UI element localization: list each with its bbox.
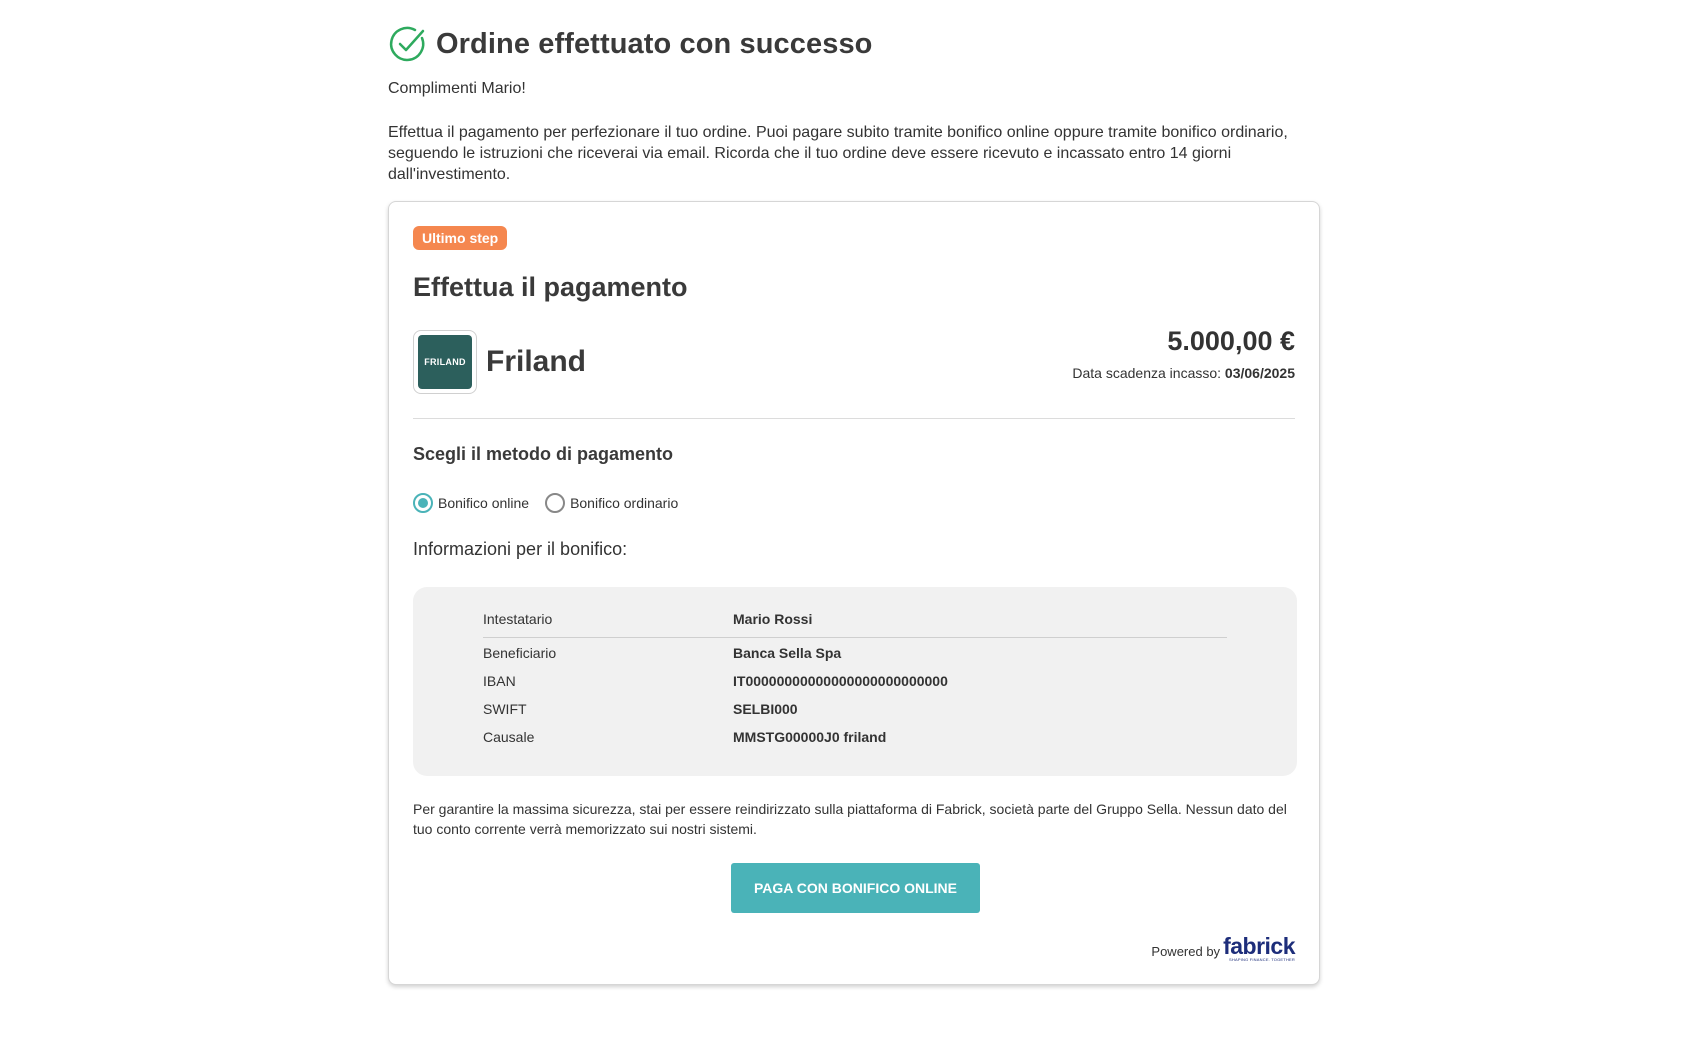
info-row-intestatario: Intestatario Mario Rossi — [483, 611, 1227, 627]
transfer-info-title: Informazioni per il bonifico: — [413, 539, 628, 559]
info-key: Beneficiario — [483, 645, 557, 661]
info-value: IT00000000000000000000000000 — [733, 673, 948, 689]
info-value: MMSTG00000J0 friland — [733, 729, 887, 745]
info-value: SELBI000 — [733, 701, 798, 717]
merchant-name: Friland — [486, 345, 587, 378]
radio-label: Bonifico ordinario — [570, 495, 679, 511]
merchant: FRILAND Friland — [413, 330, 586, 394]
card-title: Effettua il pagamento — [413, 272, 688, 302]
check-circle-icon — [388, 24, 428, 64]
fabrick-logo-tagline: SHAPING FINANCE. TOGETHER — [1229, 957, 1295, 962]
radio-label: Bonifico online — [438, 495, 530, 511]
deadline-value: 03/06/2025 — [1224, 365, 1295, 381]
success-header: Ordine effettuato con successo — [388, 24, 873, 64]
info-key: Causale — [483, 729, 535, 745]
info-value: Banca Sella Spa — [733, 645, 842, 661]
fabrick-logo: fabrick SHAPING FINANCE. TOGETHER — [1223, 933, 1295, 963]
amount-block: 5.000,00 € Data scadenza incasso: 03/06/… — [1072, 326, 1295, 381]
radio-bonifico-online[interactable]: Bonifico online — [413, 493, 529, 513]
info-row-beneficiario: Beneficiario Banca Sella Spa — [483, 645, 1227, 661]
radio-dot — [418, 498, 428, 508]
security-notice: Per garantire la massima sicurezza, stai… — [413, 801, 1287, 837]
payment-card: Ultimo step Effettua il pagamento FRILAN… — [388, 201, 1320, 985]
info-separator — [483, 637, 1227, 638]
info-row-swift: SWIFT SELBI000 — [483, 701, 1227, 717]
radio-bonifico-ordinario[interactable]: Bonifico ordinario — [545, 493, 678, 513]
radio-button-selected[interactable] — [413, 493, 433, 513]
merchant-logo-text: FRILAND — [418, 335, 472, 389]
powered-by-text: Powered by — [1151, 944, 1221, 959]
transfer-info-box: Intestatario Mario Rossi Beneficiario Ba… — [413, 587, 1297, 776]
intro-text: Effettua il pagamento per perfezionare i… — [388, 124, 1288, 183]
info-value: Mario Rossi — [733, 611, 813, 627]
merchant-logo: FRILAND — [413, 330, 477, 394]
payment-method-title: Scegli il metodo di pagamento — [413, 444, 674, 464]
deadline-label: Data scadenza incasso: — [1072, 365, 1222, 381]
fabrick-logo-word: fabrick — [1223, 933, 1295, 959]
pay-online-button[interactable]: PAGA CON BONIFICO ONLINE — [731, 863, 980, 913]
info-key: IBAN — [483, 673, 516, 689]
amount: 5.000,00 € — [1167, 326, 1295, 356]
payment-method-radio-group: Bonifico online Bonifico ordinario — [413, 493, 694, 513]
info-key: SWIFT — [483, 701, 527, 717]
deadline: Data scadenza incasso: 03/06/2025 — [1072, 365, 1295, 381]
info-key: Intestatario — [483, 611, 553, 627]
info-row-causale: Causale MMSTG00000J0 friland — [483, 729, 1227, 745]
radio-button[interactable] — [545, 493, 566, 513]
divider — [413, 418, 1295, 419]
powered-by: Powered by fabrick SHAPING FINANCE. TOGE… — [1151, 933, 1295, 963]
page-title: Ordine effettuato con successo — [436, 27, 873, 60]
greeting-text: Complimenti Mario! — [388, 80, 526, 97]
info-row-iban: IBAN IT00000000000000000000000000 — [483, 673, 1227, 689]
step-badge: Ultimo step — [413, 226, 508, 250]
